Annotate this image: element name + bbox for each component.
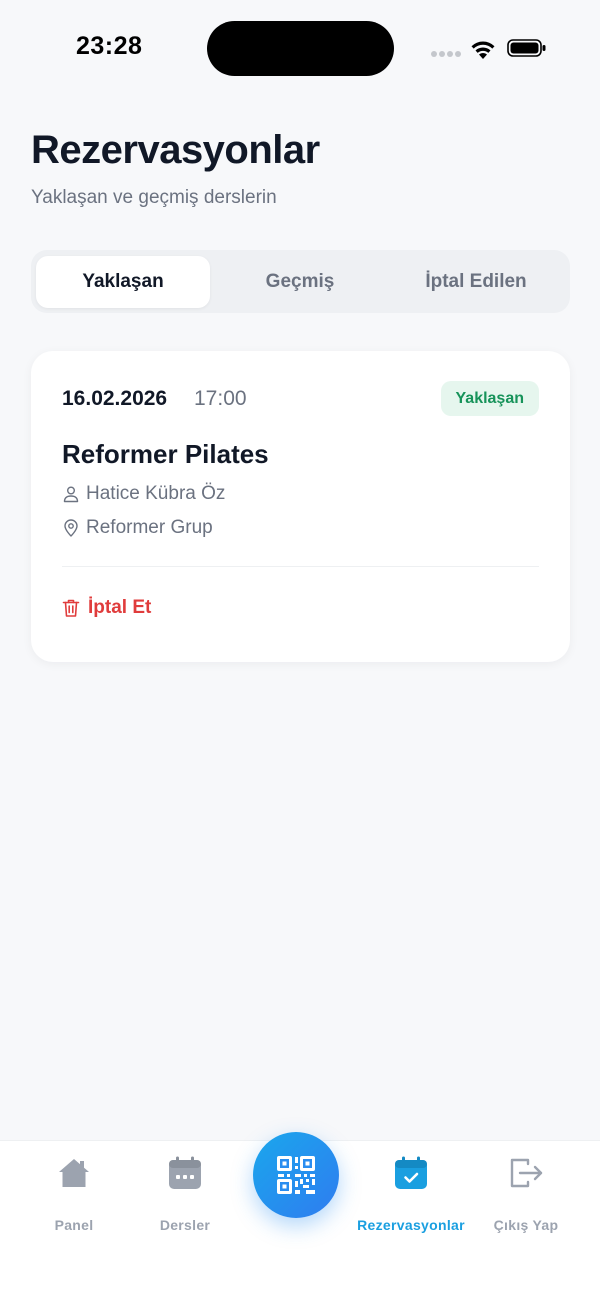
card-divider xyxy=(62,566,539,567)
wifi-icon xyxy=(471,41,495,59)
nav-item-rezervasyonlar[interactable]: Rezervasyonlar xyxy=(350,1155,472,1233)
nav-label-panel: Panel xyxy=(54,1217,94,1233)
tab-past[interactable]: Geçmiş xyxy=(210,256,390,308)
reservation-time: 17:00 xyxy=(194,387,247,410)
reservations-screen: 23:28 Rezervasyonlar Yaklaşan ve geçmiş … xyxy=(0,0,600,1299)
cancel-label: İptal Et xyxy=(88,597,152,618)
nav-item-dersler[interactable]: Dersler xyxy=(151,1155,219,1233)
battery-icon xyxy=(507,39,546,57)
nav-label-dersler: Dersler xyxy=(159,1217,211,1233)
calendar-icon xyxy=(169,1156,201,1189)
reservation-card[interactable]: 16.02.2026 17:00 Yaklaşan Reformer Pilat… xyxy=(31,351,570,662)
calendar-check-icon xyxy=(395,1156,427,1189)
cancel-reservation-button[interactable]: İptal Et xyxy=(62,597,151,619)
location-name: Reformer Grup xyxy=(86,517,213,538)
cellular-signal-icon xyxy=(431,51,461,57)
trash-icon xyxy=(62,599,80,617)
reservation-tabs: Yaklaşan Geçmiş İptal Edilen xyxy=(31,250,570,313)
user-icon xyxy=(63,486,79,503)
instructor-row: Hatice Kübra Öz xyxy=(62,483,225,505)
location-pin-icon xyxy=(64,519,78,537)
nav-item-panel[interactable]: Panel xyxy=(46,1155,102,1233)
page-subtitle: Yaklaşan ve geçmiş derslerin xyxy=(31,187,277,208)
nav-label-rezervasyonlar: Rezervasyonlar xyxy=(357,1217,465,1233)
dynamic-island xyxy=(207,21,394,76)
tab-cancelled[interactable]: İptal Edilen xyxy=(390,256,562,308)
page-title: Rezervasyonlar xyxy=(31,128,320,172)
qr-scan-button[interactable] xyxy=(253,1132,339,1218)
class-name: Reformer Pilates xyxy=(62,439,269,469)
status-badge: Yaklaşan xyxy=(440,381,539,416)
qr-code-icon xyxy=(277,1156,315,1194)
location-row: Reformer Grup xyxy=(62,517,213,539)
home-icon xyxy=(59,1159,89,1187)
instructor-name: Hatice Kübra Öz xyxy=(86,483,226,504)
reservation-date: 16.02.2026 xyxy=(62,387,168,410)
tab-upcoming[interactable]: Yaklaşan xyxy=(36,255,210,308)
nav-label-cikis: Çıkış Yap xyxy=(493,1217,559,1233)
logout-icon xyxy=(510,1158,543,1188)
status-bar: 23:28 xyxy=(0,0,600,96)
nav-item-cikis[interactable]: Çıkış Yap xyxy=(488,1155,564,1233)
status-time: 23:28 xyxy=(76,32,143,60)
